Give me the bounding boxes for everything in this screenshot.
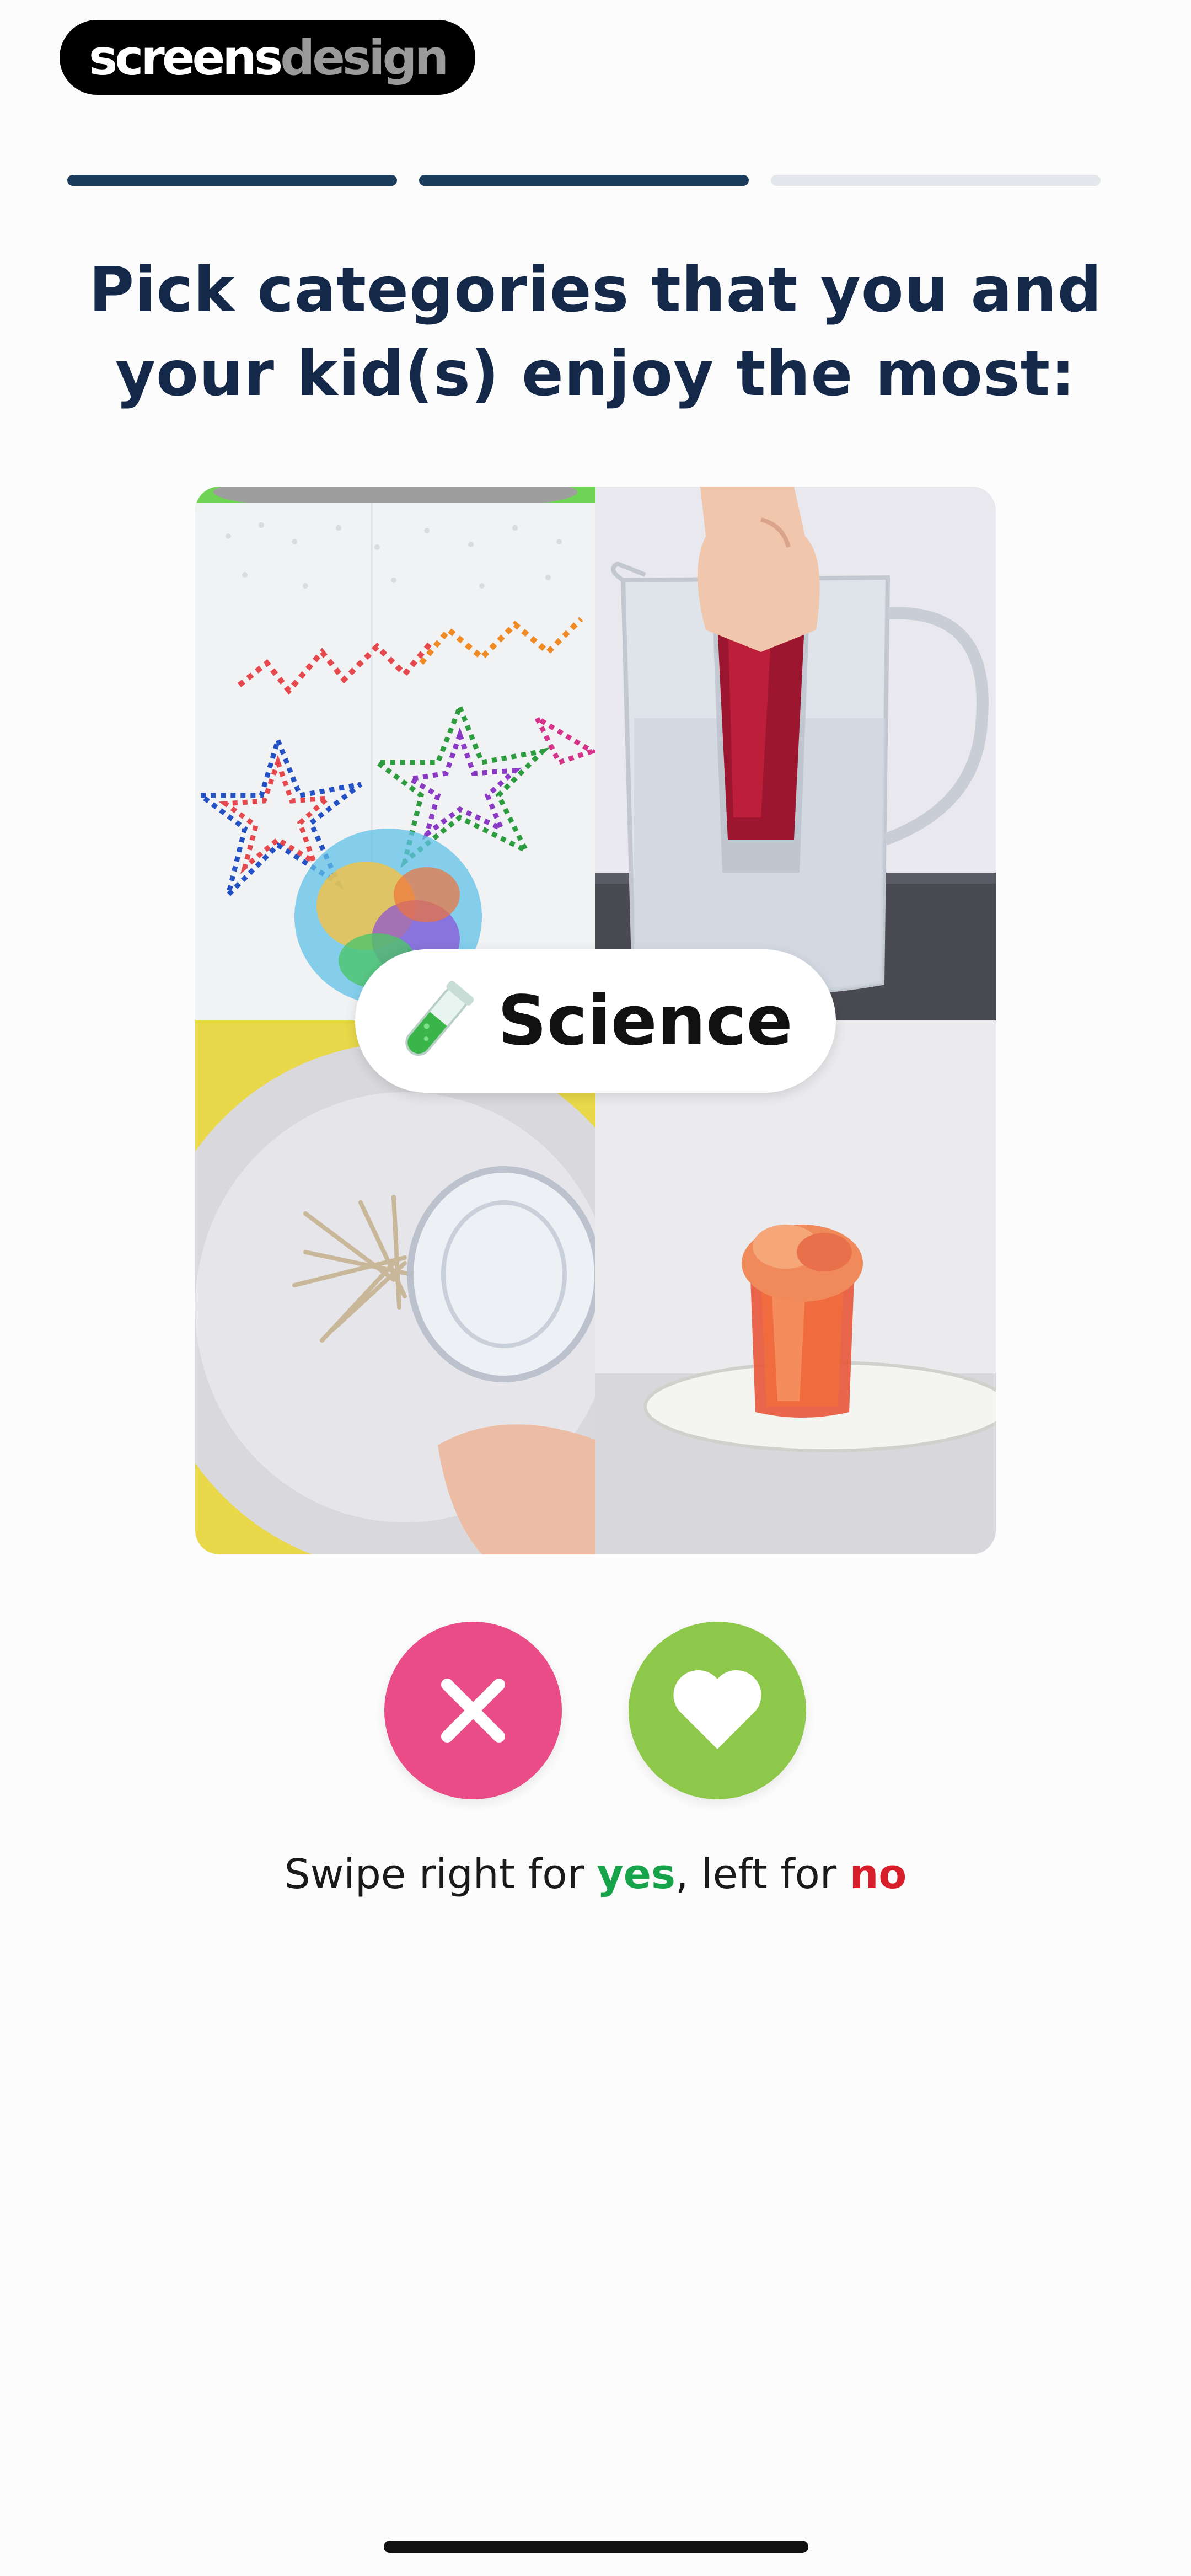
hint-middle: , left for xyxy=(675,1851,850,1898)
watermark-part-2: design xyxy=(280,29,449,86)
category-label: Science xyxy=(497,981,793,1061)
progress-step-3 xyxy=(771,175,1101,186)
progress-bar xyxy=(67,175,1101,186)
accept-button[interactable] xyxy=(629,1622,806,1799)
hint-prefix: Swipe right for xyxy=(284,1851,597,1898)
card-image-foam-cup xyxy=(596,1020,996,1554)
card-image-paper-art xyxy=(195,487,596,1020)
card-image-toothpicks xyxy=(195,1020,596,1554)
category-label-pill: Science xyxy=(355,949,836,1093)
close-icon xyxy=(441,1679,505,1743)
question-title: Pick categories that you and your kid(s)… xyxy=(89,254,1102,410)
card-image-pitcher xyxy=(596,487,996,1020)
progress-step-2 xyxy=(419,175,749,186)
reject-button[interactable] xyxy=(384,1622,562,1799)
hint-no: no xyxy=(849,1851,907,1898)
swipe-hint: Swipe right for yes, left for no xyxy=(0,1851,1191,1898)
screensdesign-watermark: screens design xyxy=(60,20,475,95)
heart-icon xyxy=(673,1670,761,1749)
watermark-part-1: screens xyxy=(88,29,283,86)
progress-step-1 xyxy=(67,175,397,186)
hint-yes: yes xyxy=(597,1851,675,1898)
test-tube-icon xyxy=(405,981,474,1056)
home-indicator[interactable] xyxy=(384,2541,808,2553)
